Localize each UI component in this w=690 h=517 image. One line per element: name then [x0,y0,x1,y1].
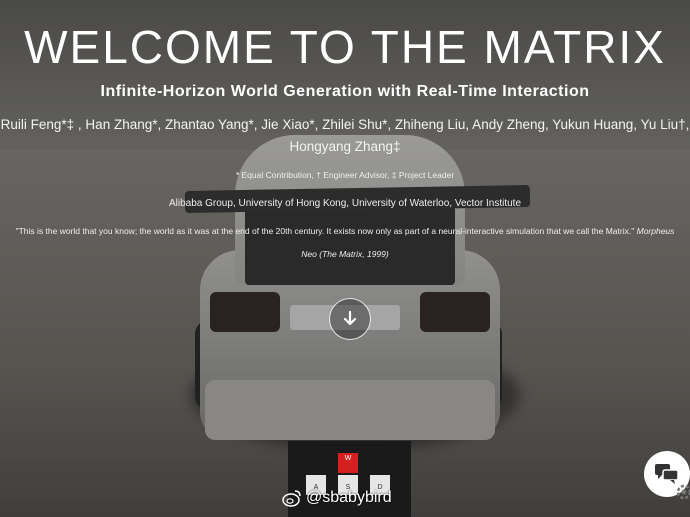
quote-source: Neo (The Matrix, 1999) [301,249,389,259]
gear-icon[interactable] [675,483,690,501]
quote-text: "This is the world that you know; the wo… [15,226,635,236]
page-title: WELCOME TO THE MATRIX [24,21,666,73]
watermark: @sbabybird [282,489,392,507]
quote-speaker: Morpheus [636,226,675,236]
contribution-note: * Equal Contribution, † Engineer Advisor… [235,170,455,180]
weibo-icon [282,490,301,507]
author-line-1: Ruili Feng*‡ , Han Zhang*, Zhantao Yang*… [0,117,690,132]
institution-list: Alibaba Group, University of Hong Kong, … [168,198,522,209]
author-list: Ruili Feng*‡ , Han Zhang*, Zhantao Yang*… [0,114,690,158]
chat-bubbles-icon [655,464,679,484]
matrix-quote: "This is the world that you know; the wo… [0,226,690,236]
arrow-down-icon [343,311,357,326]
scroll-down-button[interactable] [329,298,371,340]
watermark-text: @sbabybird [306,489,392,506]
key-w[interactable]: W [338,453,358,473]
author-line-2: Hongyang Zhang‡ [289,139,401,154]
page-subtitle: Infinite-Horizon World Generation with R… [100,83,590,100]
